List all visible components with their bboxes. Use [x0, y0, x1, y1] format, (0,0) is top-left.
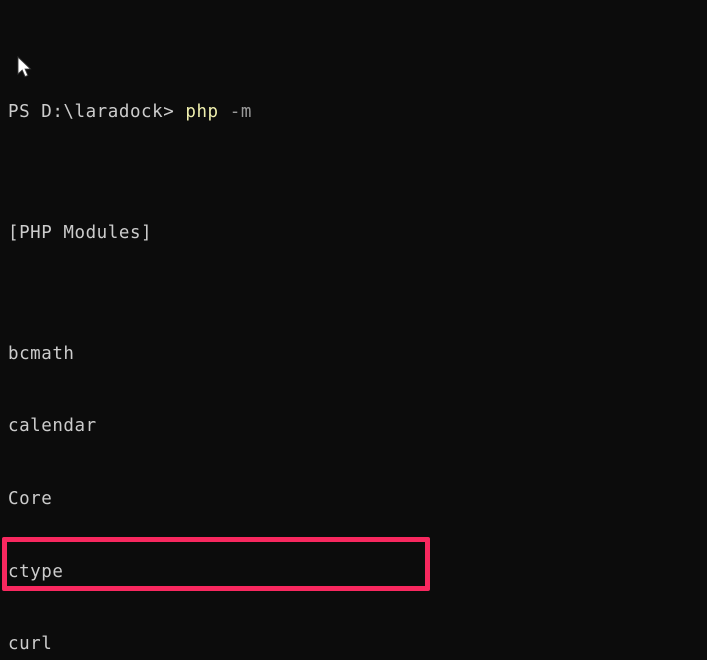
- module-line: curl: [8, 634, 53, 655]
- shell-prompt: PS D:\laradock>: [8, 101, 175, 122]
- module-line: Core: [8, 489, 53, 509]
- command-line: PS D:\laradock> php -m: [8, 100, 707, 124]
- output-header: [PHP Modules]: [8, 222, 153, 243]
- terminal-output: PS D:\laradock> php -m [PHP Modules] bcm…: [8, 3, 707, 660]
- command-args: -m: [229, 101, 252, 122]
- command-name: php: [185, 101, 219, 122]
- terminal-window[interactable]: PS D:\laradock> php -m [PHP Modules] bcm…: [0, 0, 707, 660]
- module-line: calendar: [8, 416, 97, 437]
- command-space: [219, 102, 230, 122]
- module-line: ctype: [8, 561, 64, 582]
- module-line: bcmath: [8, 343, 75, 364]
